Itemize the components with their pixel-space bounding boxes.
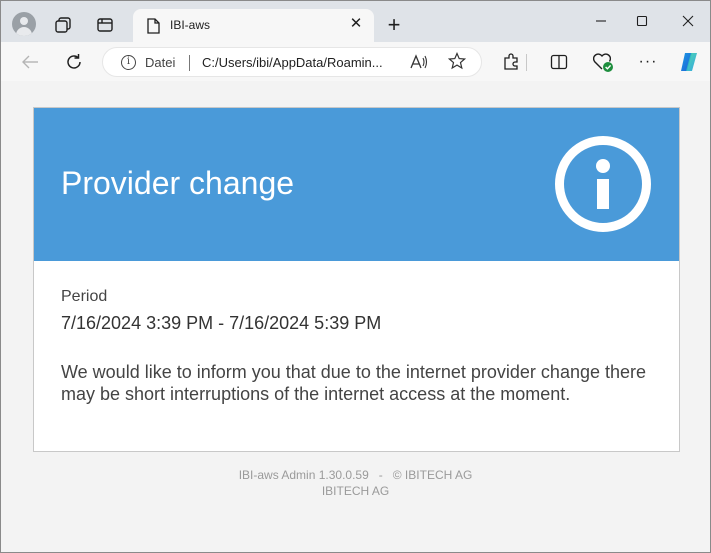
navigation-bar: i Datei C:/Users/ibi/AppData/Roamin... ·… [1,42,710,81]
page-viewport: Provider change Period 7/16/2024 3:39 PM… [1,81,710,552]
period-label: Period [61,288,108,305]
back-icon[interactable] [18,50,42,74]
minimize-icon[interactable] [589,11,613,31]
page-icon [145,17,161,35]
profile-icon[interactable] [12,12,36,36]
notice-title: Provider change [61,165,295,201]
file-label: Datei [145,55,176,70]
address-bar[interactable]: i Datei C:/Users/ibi/AppData/Roamin... [102,47,482,77]
period-value: 7/16/2024 3:39 PM - 7/16/2024 5:39 PM [61,313,382,333]
notice-header: Provider change [34,108,679,261]
address-separator [189,55,190,71]
close-icon[interactable]: ✕ [348,16,364,32]
address-url[interactable]: C:/Users/ibi/AppData/Roamin... [202,55,383,70]
copilot-icon[interactable] [677,50,701,74]
title-bar: IBI-aws ✕ + [1,1,710,42]
toolbar-divider [526,54,527,71]
notice-card: Provider change Period 7/16/2024 3:39 PM… [33,107,680,452]
tab-actions-icon[interactable] [95,15,115,35]
browser-essentials-icon[interactable] [591,50,615,74]
new-tab-icon[interactable]: + [383,14,405,36]
page-footer: IBI-aws Admin 1.30.0.59 - © IBITECH AG I… [1,467,710,499]
refresh-icon[interactable] [62,50,86,74]
split-screen-icon[interactable] [547,50,571,74]
more-icon[interactable]: ··· [636,50,660,74]
browser-window: IBI-aws ✕ + i Datei C:/Users/ibi/AppData… [0,0,711,553]
notice-message: We would like to inform you that due to … [61,362,647,404]
window-close-icon[interactable] [676,11,700,31]
maximize-icon[interactable] [630,11,654,31]
collections-icon[interactable] [53,15,73,35]
tab-title: IBI-aws [170,18,211,32]
info-icon [555,136,651,232]
info-icon[interactable]: i [121,55,136,70]
favorite-icon[interactable] [447,51,467,75]
footer-version: IBI-aws Admin 1.30.0.59 - © IBITECH AG [238,468,473,482]
footer-company: IBITECH AG [321,484,390,498]
read-aloud-icon[interactable] [410,54,428,73]
extensions-icon[interactable] [499,50,523,74]
active-tab[interactable]: IBI-aws ✕ [133,9,374,42]
